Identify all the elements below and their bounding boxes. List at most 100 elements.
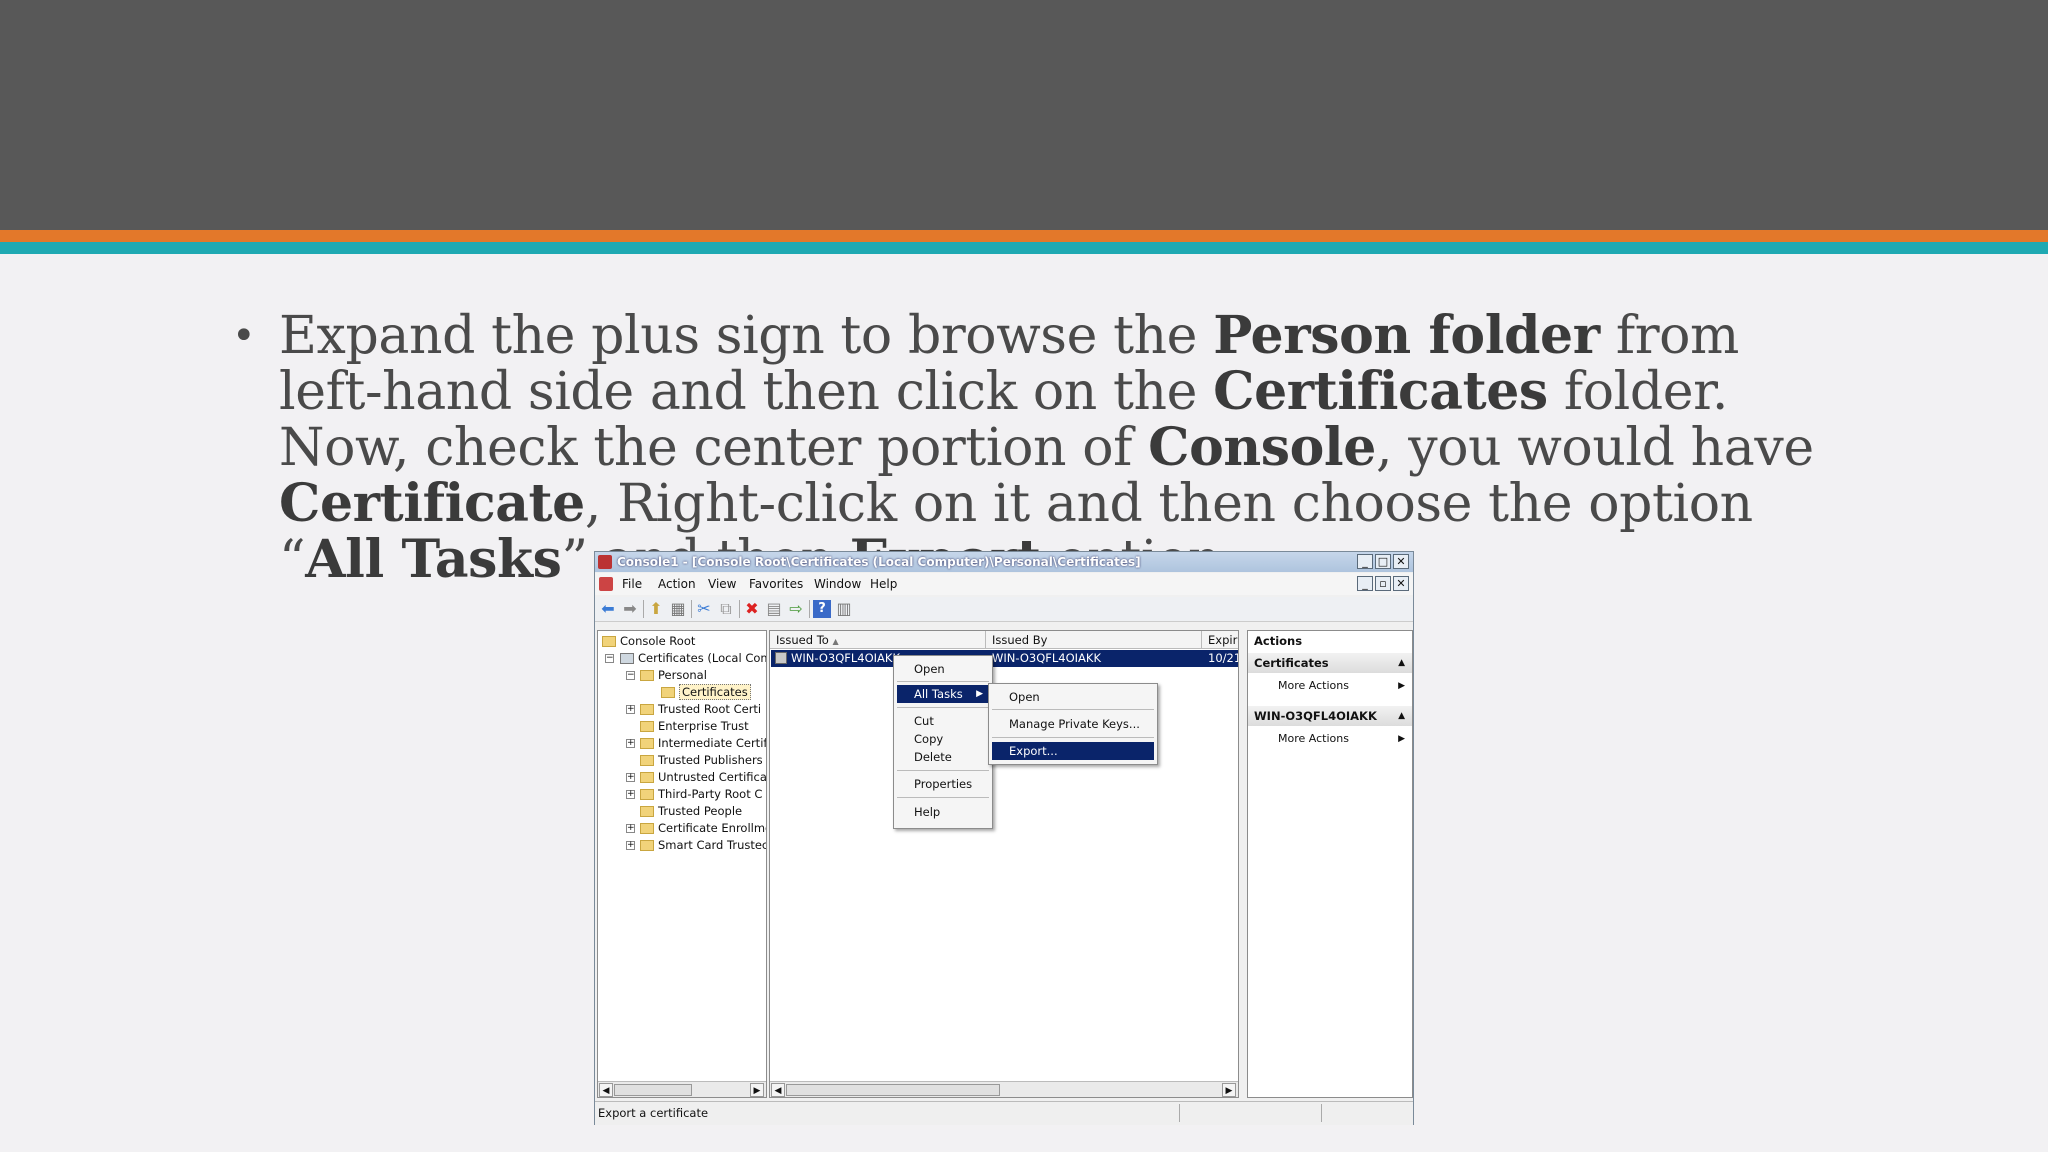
ctx-cut[interactable]: Cut <box>897 712 989 730</box>
toolbar: ⬅ ➡ ⬆ ▦ ✂ ⧉ ✖ ▤ ⇨ ? ▥ <box>595 597 1413 622</box>
folder-icon <box>640 806 654 817</box>
scroll-right-arrow-icon[interactable]: ▶ <box>1222 1083 1236 1097</box>
toolbar-separator <box>643 600 644 618</box>
status-divider <box>1321 1104 1322 1122</box>
tree-item-trusted-people[interactable]: Trusted People <box>640 804 742 821</box>
certificate-row[interactable]: WIN-O3QFL4OIAKK WIN-O3QFL4OIAKK 10/21/ <box>771 650 1238 667</box>
minimize-button[interactable]: _ <box>1357 554 1373 569</box>
menu-help[interactable]: Help <box>870 577 897 591</box>
folder-icon <box>640 772 654 783</box>
status-divider <box>1179 1104 1180 1122</box>
menu-separator <box>992 709 1154 710</box>
all-tasks-submenu: Open Manage Private Keys... Export... <box>988 683 1158 765</box>
collapse-icon[interactable]: − <box>626 671 635 680</box>
tree-item-enterprise-trust[interactable]: Enterprise Trust <box>640 719 749 736</box>
emphasized-term: Certificate <box>279 473 585 534</box>
show-hide-tree-icon[interactable]: ▦ <box>669 600 687 618</box>
menu-separator <box>897 707 989 708</box>
expand-icon[interactable]: + <box>626 790 635 799</box>
menu-file[interactable]: File <box>622 577 642 591</box>
column-header-issued-to[interactable]: Issued To ▲ <box>770 631 986 649</box>
collapse-triangle-icon[interactable]: ▲ <box>1398 706 1405 726</box>
bullet-marker: • <box>232 313 256 359</box>
scroll-thumb[interactable] <box>614 1084 692 1096</box>
folder-icon <box>661 687 675 698</box>
orange-accent-stripe <box>0 230 2048 242</box>
collapse-icon[interactable]: − <box>605 654 614 663</box>
inner-close-button[interactable]: ✕ <box>1393 576 1409 591</box>
tree-item-certificates-local[interactable]: Certificates (Local Com <box>620 651 766 668</box>
cut-icon[interactable]: ✂ <box>695 600 713 618</box>
expand-icon[interactable]: + <box>626 773 635 782</box>
scroll-thumb[interactable] <box>786 1084 1000 1096</box>
menu-action[interactable]: Action <box>658 577 696 591</box>
help-icon[interactable]: ? <box>813 600 831 618</box>
tree-horizontal-scrollbar[interactable]: ◀ ▶ <box>598 1081 766 1097</box>
column-header-expiration[interactable]: Expirat <box>1202 631 1238 649</box>
column-header-issued-by[interactable]: Issued By <box>986 631 1202 649</box>
folder-icon <box>640 704 654 715</box>
folder-icon <box>640 823 654 834</box>
list-horizontal-scrollbar[interactable]: ◀ ▶ <box>770 1081 1238 1097</box>
context-menu: Open All Tasks ▶ Cut Copy Delete Properti… <box>893 655 993 829</box>
tree-item-certificate-enrollment[interactable]: Certificate Enrollme <box>640 821 766 838</box>
more-actions-win-cert[interactable]: More Actions ▶ <box>1248 729 1412 749</box>
close-button[interactable]: ✕ <box>1393 554 1409 569</box>
emphasized-term: Certificates <box>1213 361 1548 422</box>
more-actions-certificates[interactable]: More Actions ▶ <box>1248 676 1412 696</box>
menu-window[interactable]: Window <box>814 577 861 591</box>
title-bar[interactable]: Console1 - [Console Root\Certificates (L… <box>595 552 1413 572</box>
copy-icon[interactable]: ⧉ <box>717 600 735 618</box>
tree-item-certificates[interactable]: Certificates <box>661 684 751 702</box>
scroll-left-arrow-icon[interactable]: ◀ <box>599 1083 613 1097</box>
scroll-left-arrow-icon[interactable]: ◀ <box>771 1083 785 1097</box>
ctx-copy[interactable]: Copy <box>897 730 989 748</box>
ctx-all-tasks[interactable]: All Tasks ▶ <box>897 685 989 703</box>
collapse-triangle-icon[interactable]: ▲ <box>1398 653 1405 673</box>
menu-view[interactable]: View <box>708 577 736 591</box>
folder-icon <box>640 721 654 732</box>
folder-icon <box>640 789 654 800</box>
expand-icon[interactable]: + <box>626 705 635 714</box>
folder-icon <box>602 636 616 647</box>
tree-item-trusted-root[interactable]: Trusted Root Certi <box>640 702 761 719</box>
inner-restore-button[interactable]: ▫ <box>1375 576 1391 591</box>
scroll-right-arrow-icon[interactable]: ▶ <box>750 1083 764 1097</box>
maximize-button[interactable]: □ <box>1375 554 1391 569</box>
tree-item-console-root[interactable]: Console Root <box>602 634 695 651</box>
more-actions-arrow-icon: ▶ <box>1398 734 1405 744</box>
tree-item-personal[interactable]: Personal <box>640 668 707 685</box>
tree-item-trusted-publishers[interactable]: Trusted Publishers <box>640 753 763 770</box>
show-action-pane-icon[interactable]: ▥ <box>835 600 853 618</box>
tree-item-smart-card[interactable]: Smart Card Trustec <box>640 838 766 855</box>
console-icon[interactable] <box>599 577 613 591</box>
expand-icon[interactable]: + <box>626 739 635 748</box>
back-arrow-icon[interactable]: ⬅ <box>599 600 617 618</box>
submenu-open[interactable]: Open <box>992 688 1154 706</box>
slide-header-band <box>0 0 2048 230</box>
ctx-delete[interactable]: Delete <box>897 748 989 766</box>
inner-minimize-button[interactable]: _ <box>1357 576 1373 591</box>
tree-item-intermediate[interactable]: Intermediate Certif <box>640 736 766 753</box>
instruction-paragraph: Expand the plus sign to browse the Perso… <box>279 308 1852 589</box>
actions-section-win-cert[interactable]: WIN-O3QFL4OIAKK ▲ <box>1248 706 1412 726</box>
ctx-properties[interactable]: Properties <box>897 775 989 793</box>
actions-section-certificates[interactable]: Certificates ▲ <box>1248 653 1412 673</box>
toolbar-separator <box>809 600 810 618</box>
expand-icon[interactable]: + <box>626 824 635 833</box>
ctx-open[interactable]: Open <box>897 660 989 678</box>
up-folder-icon[interactable]: ⬆ <box>647 600 665 618</box>
folder-icon <box>640 840 654 851</box>
submenu-export[interactable]: Export... <box>992 742 1154 760</box>
forward-arrow-icon[interactable]: ➡ <box>621 600 639 618</box>
emphasized-term: Console <box>1148 417 1376 478</box>
export-list-icon[interactable]: ⇨ <box>787 600 805 618</box>
tree-item-third-party-root[interactable]: Third-Party Root C <box>640 787 762 804</box>
delete-icon[interactable]: ✖ <box>743 600 761 618</box>
submenu-manage-private-keys[interactable]: Manage Private Keys... <box>992 715 1154 733</box>
properties-icon[interactable]: ▤ <box>765 600 783 618</box>
ctx-help[interactable]: Help <box>897 803 989 821</box>
tree-item-untrusted[interactable]: Untrusted Certifica <box>640 770 766 787</box>
expand-icon[interactable]: + <box>626 841 635 850</box>
menu-favorites[interactable]: Favorites <box>749 577 803 591</box>
